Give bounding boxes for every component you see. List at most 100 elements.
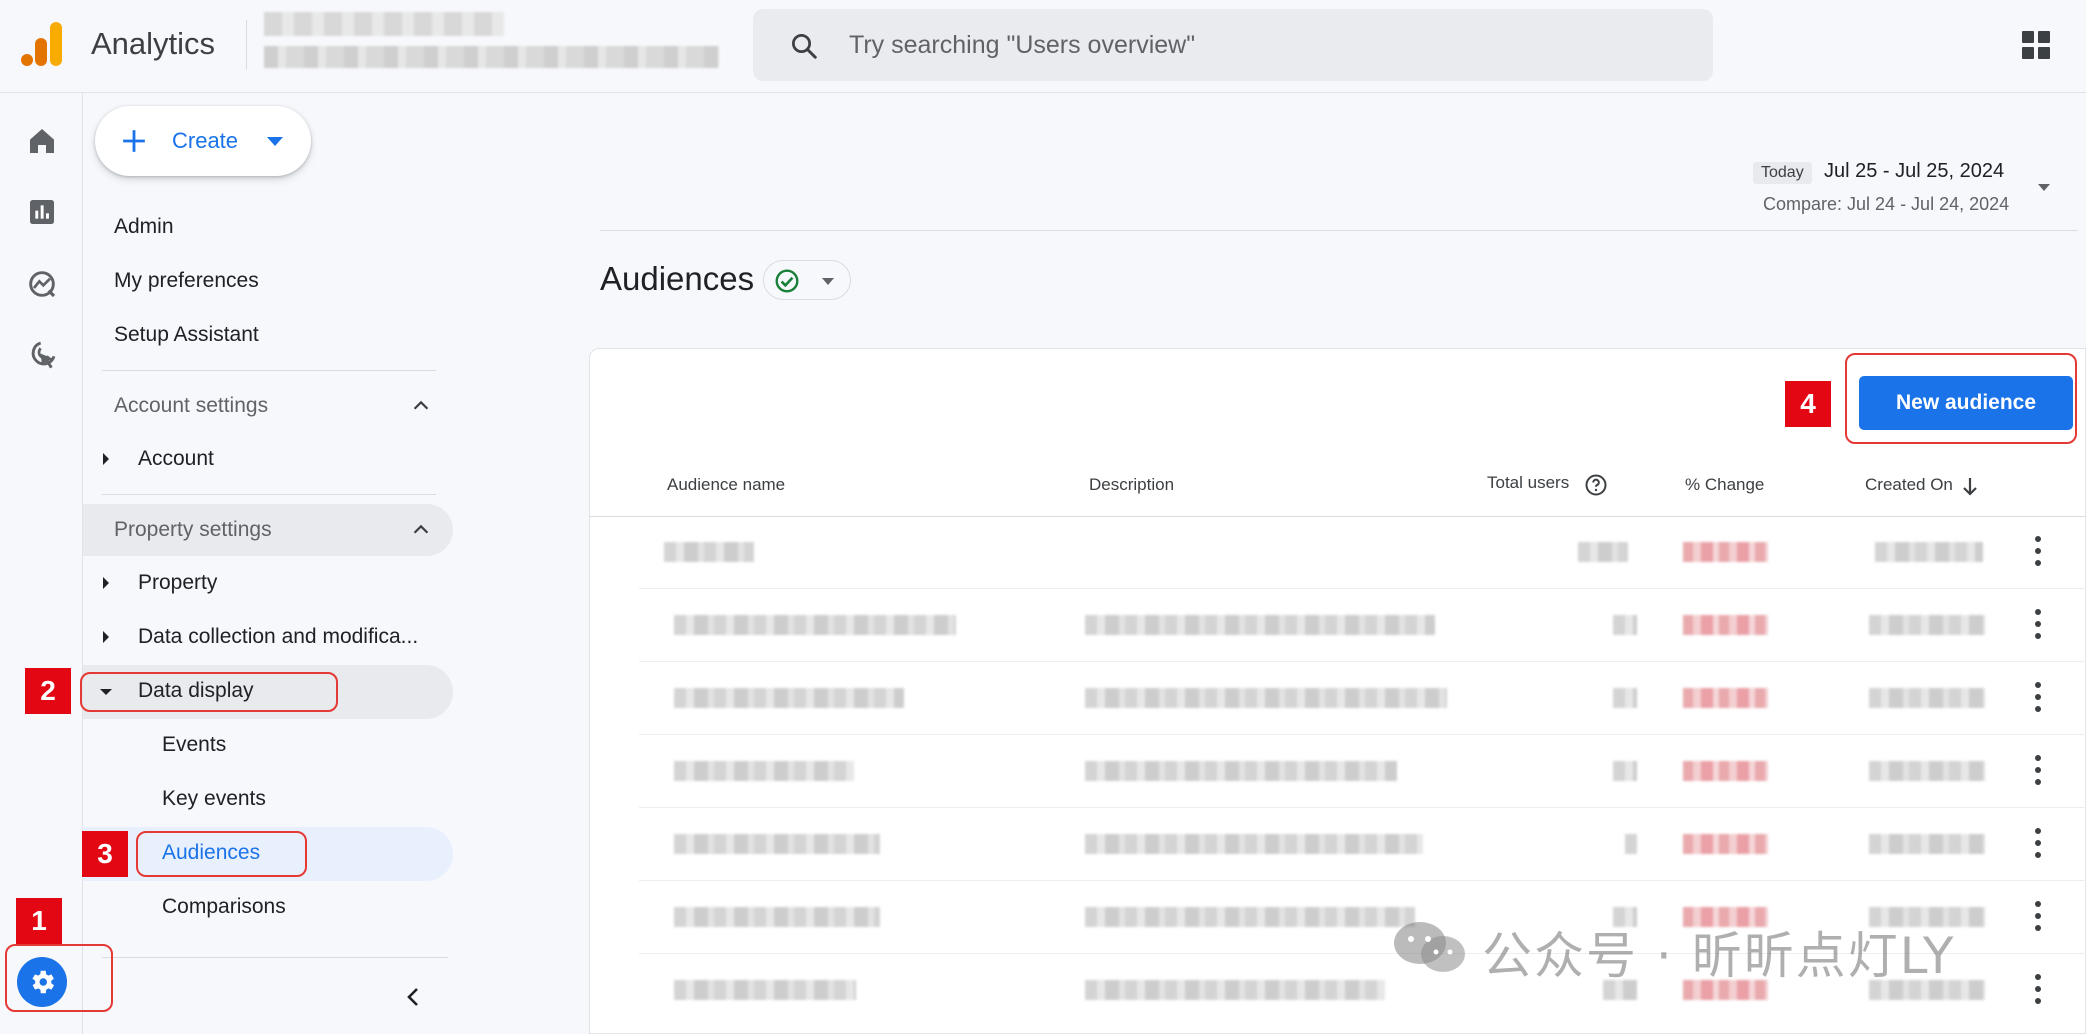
help-icon[interactable] xyxy=(1584,473,1608,497)
redacted-created-on xyxy=(1869,615,1985,635)
divider xyxy=(102,494,436,495)
sidebar-item-comparisons[interactable]: Comparisons xyxy=(162,895,286,919)
sidebar-item-setup-assistant[interactable]: Setup Assistant xyxy=(114,323,259,347)
explore-icon[interactable] xyxy=(26,268,58,300)
redacted-audience-name xyxy=(674,615,956,635)
arrow-down-icon[interactable] xyxy=(1961,475,1979,497)
annotation-badge-1: 1 xyxy=(16,898,62,944)
plus-icon xyxy=(123,130,145,152)
redacted-created-on xyxy=(1869,688,1985,708)
home-icon[interactable] xyxy=(26,125,58,157)
redacted-description xyxy=(1085,834,1423,854)
redacted-audience-name xyxy=(674,907,880,927)
sidebar-item-account[interactable]: Account xyxy=(138,447,214,471)
section-property-settings[interactable]: Property settings xyxy=(114,518,272,542)
more-vert-icon[interactable] xyxy=(2035,609,2043,639)
redacted-audience-name xyxy=(674,688,904,708)
column-header-total-users[interactable]: Total users xyxy=(1487,473,1569,493)
apps-grid-icon[interactable] xyxy=(2022,31,2050,59)
sidebar-item-events[interactable]: Events xyxy=(162,733,226,757)
redacted-description xyxy=(1085,688,1447,708)
sidebar-item-data-collection[interactable]: Data collection and modifica... xyxy=(138,625,418,649)
redacted-audience-name xyxy=(674,761,854,781)
compare-range[interactable]: Compare: Jul 24 - Jul 24, 2024 xyxy=(1763,194,2009,215)
chevron-left-icon[interactable] xyxy=(402,985,426,1009)
chevron-up-icon[interactable] xyxy=(410,395,432,417)
caret-down-icon xyxy=(822,278,834,285)
page-title: Audiences xyxy=(600,260,755,297)
redacted-description xyxy=(1085,907,1415,927)
column-header-audience-name[interactable]: Audience name xyxy=(667,475,785,495)
sidebar-item-property[interactable]: Property xyxy=(138,571,217,595)
sidebar-item-my-preferences[interactable]: My preferences xyxy=(114,269,259,293)
divider xyxy=(102,957,448,958)
date-dropdown-icon[interactable] xyxy=(2038,184,2050,191)
redacted-audience-name xyxy=(664,542,754,562)
divider xyxy=(102,370,436,371)
redacted-change xyxy=(1683,761,1768,781)
column-header-created-on[interactable]: Created On xyxy=(1865,475,1953,495)
redacted-created-on xyxy=(1869,761,1985,781)
divider xyxy=(246,20,247,70)
redacted-audience-name xyxy=(674,834,880,854)
expand-arrow-icon[interactable] xyxy=(103,453,109,465)
more-vert-icon[interactable] xyxy=(2035,755,2043,785)
annotation-box-4 xyxy=(1845,353,2077,444)
analytics-logo-icon[interactable] xyxy=(20,20,64,68)
more-vert-icon[interactable] xyxy=(2035,828,2043,858)
create-button[interactable]: Create xyxy=(95,106,311,176)
redacted-created-on xyxy=(1875,542,1983,562)
app-title: Analytics xyxy=(91,26,216,61)
table-row[interactable] xyxy=(589,589,2086,662)
more-vert-icon[interactable] xyxy=(2035,536,2043,566)
chevron-up-icon[interactable] xyxy=(410,519,432,541)
sidebar-item-admin[interactable]: Admin xyxy=(114,215,174,239)
redacted-change xyxy=(1683,615,1768,635)
caret-down-icon xyxy=(267,137,283,146)
redacted-change xyxy=(1683,834,1768,854)
redacted-total-users xyxy=(1613,688,1637,708)
redacted-total-users xyxy=(1613,761,1637,781)
redacted-change xyxy=(1683,688,1768,708)
top-bar: Analytics xyxy=(0,0,2086,93)
annotation-box-1 xyxy=(5,944,113,1012)
table-row[interactable] xyxy=(589,735,2086,808)
sidebar-item-key-events[interactable]: Key events xyxy=(162,787,266,811)
annotation-box-2 xyxy=(80,672,338,712)
search-box[interactable] xyxy=(753,9,1713,81)
expand-arrow-icon[interactable] xyxy=(103,577,109,589)
watermark-text: 公众号 · 昕昕点灯LY xyxy=(1482,927,1956,985)
today-chip: Today xyxy=(1753,162,1812,184)
redacted-description xyxy=(1085,615,1435,635)
table-row[interactable] xyxy=(589,808,2086,881)
column-header-description[interactable]: Description xyxy=(1089,475,1174,495)
reports-icon[interactable] xyxy=(26,196,58,228)
redacted-total-users xyxy=(1613,615,1637,635)
expand-arrow-icon[interactable] xyxy=(103,631,109,643)
more-vert-icon[interactable] xyxy=(2035,974,2043,1004)
table-row[interactable] xyxy=(589,516,2086,589)
create-label: Create xyxy=(172,128,239,153)
annotation-badge-2: 2 xyxy=(25,668,71,714)
section-account-settings[interactable]: Account settings xyxy=(114,394,268,418)
redacted-total-users xyxy=(1578,542,1628,562)
more-vert-icon[interactable] xyxy=(2035,901,2043,931)
advertising-icon[interactable] xyxy=(26,339,58,371)
date-range[interactable]: Jul 25 - Jul 25, 2024 xyxy=(1824,160,2004,183)
table-row[interactable] xyxy=(589,662,2086,735)
wechat-logo-icon xyxy=(1394,922,1465,972)
annotation-box-3 xyxy=(136,831,307,877)
account-selector[interactable] xyxy=(264,12,724,72)
annotation-badge-3: 3 xyxy=(82,831,128,877)
redacted-audience-name xyxy=(674,980,856,1000)
redacted-description xyxy=(1085,761,1397,781)
check-circle-icon xyxy=(775,269,799,293)
column-header-change[interactable]: % Change xyxy=(1685,475,1764,495)
more-vert-icon[interactable] xyxy=(2035,682,2043,712)
redacted-change xyxy=(1683,542,1768,562)
left-rail xyxy=(0,93,83,1034)
annotation-badge-4: 4 xyxy=(1785,381,1831,427)
search-input[interactable] xyxy=(849,23,1669,67)
divider xyxy=(600,230,2078,231)
status-dropdown[interactable] xyxy=(763,260,851,300)
